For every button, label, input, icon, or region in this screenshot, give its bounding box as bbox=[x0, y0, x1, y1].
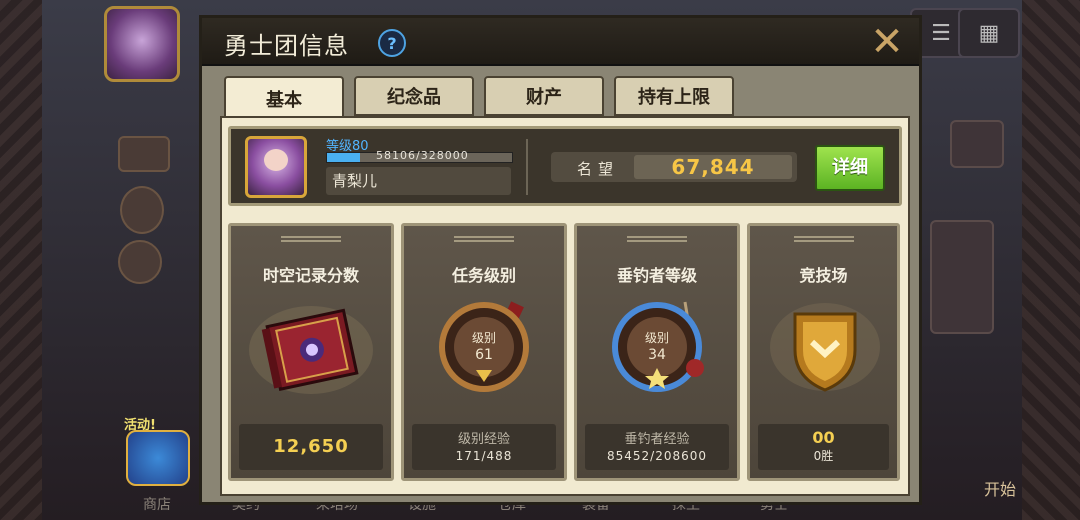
badge-value: 61 bbox=[475, 347, 493, 363]
card-quest-level[interactable]: 任务级别 级别 61 级别经验 171/488 bbox=[401, 223, 567, 481]
help-icon[interactable]: ? bbox=[378, 29, 406, 57]
mail-icon bbox=[118, 136, 170, 172]
left-decor-pattern bbox=[0, 0, 42, 520]
guild-info-dialog: 勇士团信息 ? ✕ 基本 纪念品 财产 持有上限 等级80 58106/3280… bbox=[199, 15, 922, 505]
card-arena[interactable]: 竞技场 00 0胜 bbox=[747, 223, 900, 481]
card-footer: 垂钓者经验 85452/208600 bbox=[585, 424, 729, 470]
card-title: 任务级别 bbox=[451, 266, 516, 285]
card-footer: 12,650 bbox=[239, 424, 383, 470]
exp-text: 58106/328000 bbox=[376, 149, 469, 162]
tab-souvenirs[interactable]: 纪念品 bbox=[354, 76, 474, 116]
activity-icon bbox=[126, 430, 190, 486]
event-icon bbox=[118, 240, 162, 284]
divider bbox=[526, 139, 528, 195]
arena-wins: 0胜 bbox=[813, 449, 834, 463]
close-icon[interactable]: ✕ bbox=[867, 22, 907, 62]
basic-panel: 等级80 58106/328000 青梨儿 名望 67,844 详细 时空记录分… bbox=[220, 116, 910, 496]
map-icon bbox=[120, 186, 164, 234]
nav-shop: 商店 bbox=[143, 497, 171, 513]
guild-name: 青梨儿 bbox=[326, 167, 511, 195]
detail-button[interactable]: 详细 bbox=[815, 145, 885, 191]
angler-exp-value: 85452/208600 bbox=[606, 449, 708, 463]
right-decor-pattern bbox=[1022, 0, 1080, 520]
exp-bar-fill bbox=[327, 153, 360, 162]
ornament-icon bbox=[793, 236, 854, 242]
card-footer: 级别经验 171/488 bbox=[412, 424, 556, 470]
profile-strip: 等级80 58106/328000 青梨儿 名望 67,844 详细 bbox=[228, 126, 902, 206]
quest-level-badge-icon: 级别 61 bbox=[404, 292, 564, 402]
card-time-record[interactable]: 时空记录分数 12,650 bbox=[228, 223, 394, 481]
card-footer: 00 0胜 bbox=[758, 424, 889, 470]
badge-value: 34 bbox=[648, 347, 666, 363]
player-avatar-background bbox=[104, 6, 180, 82]
reputation-label: 名望 bbox=[577, 160, 620, 178]
time-record-score: 12,650 bbox=[273, 436, 349, 457]
card-title: 垂钓者等级 bbox=[616, 266, 697, 285]
card-title: 竞技场 bbox=[799, 266, 848, 285]
angler-level-badge-icon: 级别 34 bbox=[577, 292, 737, 402]
badge-label: 级别 bbox=[472, 331, 496, 345]
menu-grid-icon: ▦ bbox=[958, 8, 1020, 58]
quest-board-icon bbox=[950, 120, 1004, 168]
arena-shield-icon bbox=[750, 292, 897, 402]
tab-assets[interactable]: 财产 bbox=[484, 76, 604, 116]
ornament-icon bbox=[627, 236, 687, 242]
ornament-icon bbox=[281, 236, 341, 242]
dialog-title-bar: 勇士团信息 ? ✕ bbox=[202, 18, 919, 66]
card-title: 时空记录分数 bbox=[262, 266, 359, 285]
quest-exp-label: 级别经验 bbox=[457, 432, 510, 447]
angler-exp-label: 垂钓者经验 bbox=[624, 432, 690, 447]
tab-basic[interactable]: 基本 bbox=[224, 76, 344, 120]
shop-building bbox=[930, 220, 994, 334]
guild-leader-portrait bbox=[245, 136, 307, 198]
start-label: 开始 bbox=[983, 480, 1016, 499]
quest-exp-value: 171/488 bbox=[455, 449, 513, 463]
card-angler-level[interactable]: 垂钓者等级 级别 34 垂钓者经验 85452/208600 bbox=[574, 223, 740, 481]
reputation-value: 67,844 bbox=[634, 155, 792, 179]
tab-holding-limit[interactable]: 持有上限 bbox=[614, 76, 734, 116]
arena-rank: 00 bbox=[812, 428, 835, 447]
ornament-icon bbox=[454, 236, 514, 242]
reputation-box: 名望 67,844 bbox=[551, 152, 797, 182]
record-book-icon bbox=[231, 292, 391, 402]
dialog-title: 勇士团信息 bbox=[224, 32, 349, 60]
badge-label: 级别 bbox=[645, 331, 669, 345]
